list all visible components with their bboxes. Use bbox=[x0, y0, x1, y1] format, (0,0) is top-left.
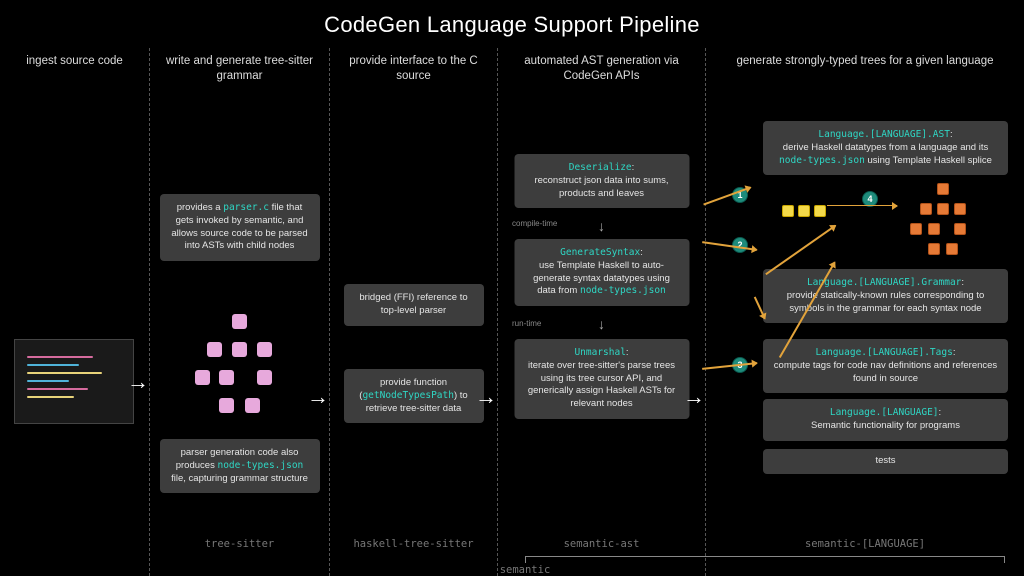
col-semantic-language: generate strongly-typed trees for a give… bbox=[706, 48, 1024, 576]
phase-compile-time: compile-time bbox=[512, 219, 557, 228]
col-semantic-ast: automated AST generation via CodeGen API… bbox=[498, 48, 706, 576]
arrow-right-icon: → bbox=[127, 369, 149, 395]
phase-run-time: run-time bbox=[512, 319, 541, 328]
page-title: CodeGen Language Support Pipeline bbox=[0, 0, 1024, 38]
arrow-right-icon: → bbox=[683, 384, 705, 410]
col-header: generate strongly-typed trees for a give… bbox=[712, 48, 1018, 79]
col-ingest: ingest source code → bbox=[0, 48, 150, 576]
col-haskell-tree-sitter: provide interface to the C source bridge… bbox=[330, 48, 498, 576]
pipeline-columns: ingest source code → write and generate … bbox=[0, 48, 1024, 576]
card-tests: tests bbox=[763, 449, 1008, 474]
connector-arrow-icon bbox=[702, 362, 757, 369]
connector-arrow-icon bbox=[827, 205, 897, 207]
arrow-right-icon: → bbox=[307, 384, 329, 410]
card-generate-syntax: GenerateSyntax: use Template Haskell to … bbox=[514, 239, 689, 306]
card-lang-tags: Language.[LANGUAGE].Tags: compute tags f… bbox=[763, 339, 1008, 393]
col-header: write and generate tree-sitter grammar bbox=[156, 48, 323, 94]
col-header: ingest source code bbox=[6, 48, 143, 79]
card-get-node-types: provide function (getNodeTypesPath) to r… bbox=[344, 369, 484, 423]
arrow-right-icon: → bbox=[475, 384, 497, 410]
card-parser-c: provides a parser.c file that gets invok… bbox=[160, 194, 320, 261]
col-header: provide interface to the C source bbox=[336, 48, 491, 94]
connector-arrow-icon bbox=[702, 241, 757, 250]
semantic-bracket-label: semantic bbox=[285, 564, 765, 576]
card-deserialize: Deserialize: reconstruct json data into … bbox=[514, 154, 689, 208]
col-tree-sitter: write and generate tree-sitter grammar p… bbox=[150, 48, 330, 576]
card-lang-ast: Language.[LANGUAGE].AST: derive Haskell … bbox=[763, 121, 1008, 175]
card-unmarshal: Unmarshal: iterate over tree-sitter's pa… bbox=[514, 339, 689, 419]
source-code-icon bbox=[14, 339, 134, 424]
card-node-types: parser generation code also produces nod… bbox=[160, 439, 320, 493]
ast-tree-icon bbox=[185, 314, 295, 414]
card-lang-semantic: Language.[LANGUAGE]: Semantic functional… bbox=[763, 399, 1008, 441]
card-lang-grammar: Language.[LANGUAGE].Grammar: provide sta… bbox=[763, 269, 1008, 323]
semantic-bracket bbox=[525, 556, 1005, 562]
col-footer bbox=[6, 544, 143, 576]
col-header: automated AST generation via CodeGen API… bbox=[504, 48, 699, 94]
card-ffi: bridged (FFI) reference to top-level par… bbox=[344, 284, 484, 326]
